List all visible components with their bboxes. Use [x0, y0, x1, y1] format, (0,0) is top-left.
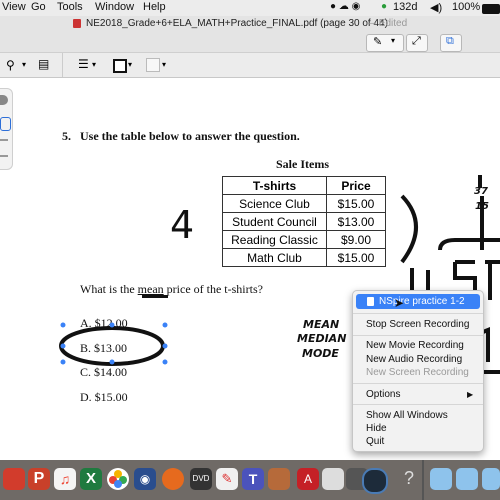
handwritten-mode: MODE [302, 347, 339, 360]
menu-separator [353, 404, 483, 405]
menu-item-options[interactable]: Options [366, 389, 400, 400]
menu-item-new-movie-recording[interactable]: New Movie Recording [366, 340, 464, 351]
firefox-icon[interactable] [162, 468, 184, 490]
menu-separator [353, 383, 483, 384]
menu-item-hide[interactable]: Hide [366, 423, 387, 434]
ink-parenthesis [400, 194, 418, 264]
handwritten-mean: MEAN [303, 318, 340, 331]
folder-icon[interactable] [456, 468, 478, 490]
document-icon [367, 297, 374, 306]
answer-circle-ink [59, 326, 165, 366]
music-icon[interactable]: ♫ [54, 468, 76, 490]
menu-item-new-audio-recording[interactable]: New Audio Recording [366, 354, 462, 365]
selection-handle[interactable] [60, 359, 66, 365]
menu-item-show-all-windows[interactable]: Show All Windows [366, 410, 448, 421]
app-icon-scribble[interactable]: ✎ [216, 468, 238, 490]
menu-separator [353, 313, 483, 314]
folder-icon[interactable] [482, 468, 500, 490]
preview-icon[interactable] [322, 468, 344, 490]
mouse-cursor-icon: ➤ [394, 296, 405, 310]
photos-icon[interactable] [107, 468, 129, 490]
folder-icon[interactable] [430, 468, 452, 490]
dock-context-menu: NSpire practice 1-2 Stop Screen Recordin… [352, 290, 484, 452]
dock-divider [422, 460, 424, 500]
handwritten-15: 15 [475, 201, 489, 212]
handwritten-median: MEDIAN [297, 332, 347, 345]
gamepad-icon[interactable]: ◉ [134, 468, 156, 490]
menu-item-nspire-practice[interactable]: NSpire practice 1-2 [379, 296, 465, 307]
selection-handle[interactable] [60, 343, 66, 349]
app-icon-red[interactable] [3, 468, 25, 490]
selection-handle[interactable] [109, 359, 115, 365]
excel-icon[interactable]: X [80, 468, 102, 490]
handwritten-count: 4 [170, 203, 195, 247]
handwritten-37: 37 [474, 186, 488, 197]
quicktime-icon[interactable] [362, 468, 388, 494]
app-icon-brown[interactable] [268, 468, 290, 490]
submenu-arrow-icon: ▶ [467, 390, 474, 399]
selection-handle[interactable] [109, 322, 115, 328]
powerpoint-icon[interactable]: P [28, 468, 50, 490]
selection-handle[interactable] [162, 343, 168, 349]
menu-item-stop-screen-recording[interactable]: Stop Screen Recording [366, 319, 469, 330]
dvd-player-icon[interactable]: DVD [190, 468, 212, 490]
menu-item-quit[interactable]: Quit [366, 436, 384, 447]
teams-icon[interactable]: T [242, 468, 264, 490]
selection-handle[interactable] [162, 322, 168, 328]
selection-handle[interactable] [60, 322, 66, 328]
menu-separator [353, 335, 483, 336]
acrobat-icon[interactable]: A [297, 468, 319, 490]
selection-handle[interactable] [162, 359, 168, 365]
help-icon[interactable]: ? [404, 468, 414, 489]
menu-item-new-screen-recording: New Screen Recording [366, 367, 469, 378]
